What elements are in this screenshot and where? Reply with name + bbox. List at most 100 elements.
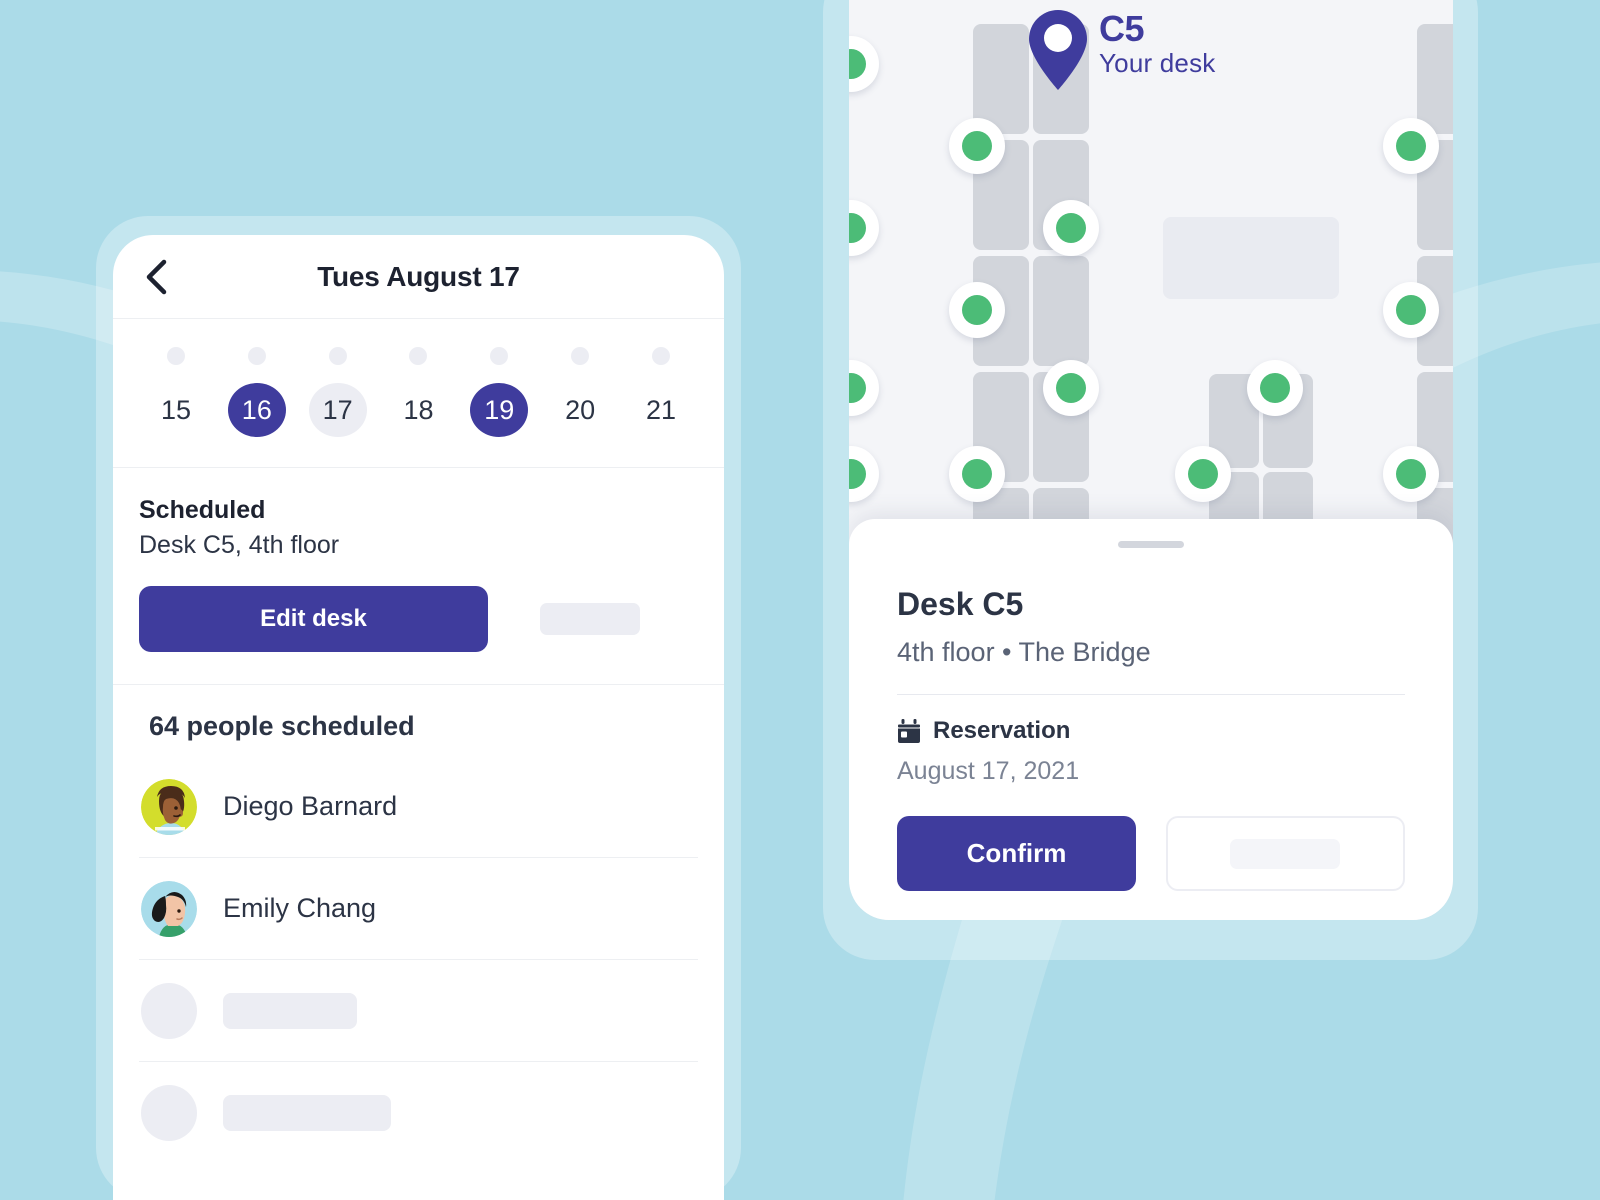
seat-available[interactable] <box>849 36 879 92</box>
seat-available[interactable] <box>1383 282 1439 338</box>
day-indicator-dot <box>328 347 347 365</box>
calendar-icon <box>898 718 920 743</box>
pin-caption: Your desk <box>1099 47 1216 78</box>
seat-dot-icon <box>1396 295 1426 325</box>
seat-available[interactable] <box>949 446 1005 502</box>
seat-available[interactable] <box>849 200 879 256</box>
back-button[interactable] <box>139 259 173 294</box>
reservation-label: Reservation <box>933 717 1071 744</box>
confirm-button[interactable]: Confirm <box>897 816 1136 891</box>
week-dot-cell <box>309 347 367 365</box>
week-dot-row <box>137 347 700 365</box>
week-dot-cell <box>632 347 690 365</box>
list-item[interactable] <box>139 1062 698 1164</box>
pin-desk-code: C5 <box>1099 8 1145 49</box>
scheduled-actions: Edit desk <box>139 586 698 652</box>
screenshot-canvas: Tues August 17 15 16 17 18 19 20 21 Sche… <box>0 0 1600 1200</box>
divider <box>897 694 1405 695</box>
day-21[interactable]: 21 <box>632 383 690 437</box>
seat-available[interactable] <box>1043 360 1099 416</box>
day-indicator-dot <box>490 347 509 365</box>
scheduled-section: Scheduled Desk C5, 4th floor Edit desk <box>113 468 724 685</box>
seat-available[interactable] <box>1383 118 1439 174</box>
day-20[interactable]: 20 <box>551 383 609 437</box>
seat-dot-icon <box>849 459 866 489</box>
list-item[interactable]: Diego Barnard <box>139 756 698 858</box>
week-number-row: 15 16 17 18 19 20 21 <box>137 383 700 437</box>
chevron-left-icon <box>146 259 167 294</box>
scheduled-desk-detail: Desk C5, 4th floor <box>139 531 340 559</box>
seat-available[interactable] <box>849 360 879 416</box>
secondary-button-label-placeholder <box>1230 838 1341 869</box>
scheduled-heading: Scheduled <box>139 496 266 524</box>
avatar-emily <box>141 880 197 937</box>
seat-dot-icon <box>962 459 992 489</box>
week-dot-cell <box>147 347 205 365</box>
avatar-diego-icon <box>141 778 197 835</box>
seat-available[interactable] <box>1247 360 1303 416</box>
seat-dot-icon <box>1396 459 1426 489</box>
reservation-date: August 17, 2021 <box>897 757 1080 785</box>
reservation-row: Reservation <box>897 717 1405 745</box>
list-item[interactable]: Emily Chang <box>139 858 698 960</box>
right-phone-screen: C5 Your desk Desk C5 4th floor • The Bri… <box>849 0 1453 920</box>
day-15[interactable]: 15 <box>147 383 205 437</box>
sheet-actions: Confirm <box>897 816 1405 891</box>
left-phone-header: Tues August 17 <box>113 235 724 319</box>
seat-available[interactable] <box>949 282 1005 338</box>
desk-detail-sheet: Desk C5 4th floor • The Bridge Reservati… <box>849 519 1453 920</box>
day-17[interactable]: 17 <box>308 383 367 437</box>
person-name: Emily Chang <box>223 893 377 923</box>
seat-dot-icon <box>1260 373 1290 403</box>
day-indicator-dot <box>247 347 266 365</box>
seat-dot-icon <box>1188 459 1218 489</box>
seat-available[interactable] <box>1175 446 1231 502</box>
day-indicator-dot <box>167 347 185 365</box>
pin-label-group: C5 Your desk <box>1099 10 1215 79</box>
people-section: 64 people scheduled Diego Barnard Emily … <box>113 685 724 1164</box>
week-dot-cell <box>389 347 447 365</box>
secondary-button-placeholder[interactable] <box>1165 816 1405 891</box>
drag-handle[interactable] <box>1118 541 1184 548</box>
desk-location: 4th floor • The Bridge <box>897 637 1151 667</box>
desk-shape[interactable] <box>1417 24 1453 134</box>
seat-dot-icon <box>1056 373 1086 403</box>
seat-dot-icon <box>849 49 866 79</box>
desk-shape[interactable] <box>1033 256 1089 366</box>
people-count-label: 64 people scheduled <box>149 711 415 741</box>
seat-dot-icon <box>962 295 992 325</box>
day-16[interactable]: 16 <box>227 383 286 437</box>
avatar-placeholder <box>141 982 197 1039</box>
week-dot-cell <box>228 347 286 365</box>
day-18[interactable]: 18 <box>389 383 447 437</box>
meeting-room-shape[interactable] <box>1163 217 1339 299</box>
seat-dot-icon <box>1396 131 1426 161</box>
list-item[interactable] <box>139 960 698 1062</box>
your-desk-pin[interactable]: C5 Your desk <box>1027 8 1215 92</box>
week-date-strip: 15 16 17 18 19 20 21 <box>113 319 724 468</box>
seat-dot-icon <box>849 373 866 403</box>
seat-available[interactable] <box>1043 200 1099 256</box>
seat-dot-icon <box>1056 213 1086 243</box>
left-phone-screen: Tues August 17 15 16 17 18 19 20 21 Sche… <box>113 235 724 1200</box>
day-19[interactable]: 19 <box>470 383 529 437</box>
page-title: Tues August 17 <box>317 260 520 292</box>
desk-title: Desk C5 <box>897 586 1024 622</box>
avatar-emily-icon <box>141 880 197 937</box>
name-placeholder <box>223 992 357 1029</box>
week-dot-cell <box>470 347 528 365</box>
map-pin-icon <box>1029 10 1087 90</box>
seat-dot-icon <box>849 213 866 243</box>
name-placeholder <box>223 1095 391 1131</box>
edit-desk-button[interactable]: Edit desk <box>139 586 488 652</box>
seat-available[interactable] <box>849 446 879 502</box>
seat-available[interactable] <box>1383 446 1439 502</box>
avatar-diego <box>141 778 197 835</box>
secondary-action-placeholder[interactable] <box>540 603 640 635</box>
seat-dot-icon <box>962 131 992 161</box>
person-name: Diego Barnard <box>223 791 398 821</box>
day-indicator-dot <box>409 347 428 365</box>
day-indicator-dot <box>651 347 670 365</box>
seat-available[interactable] <box>949 118 1005 174</box>
day-indicator-dot <box>571 347 590 365</box>
